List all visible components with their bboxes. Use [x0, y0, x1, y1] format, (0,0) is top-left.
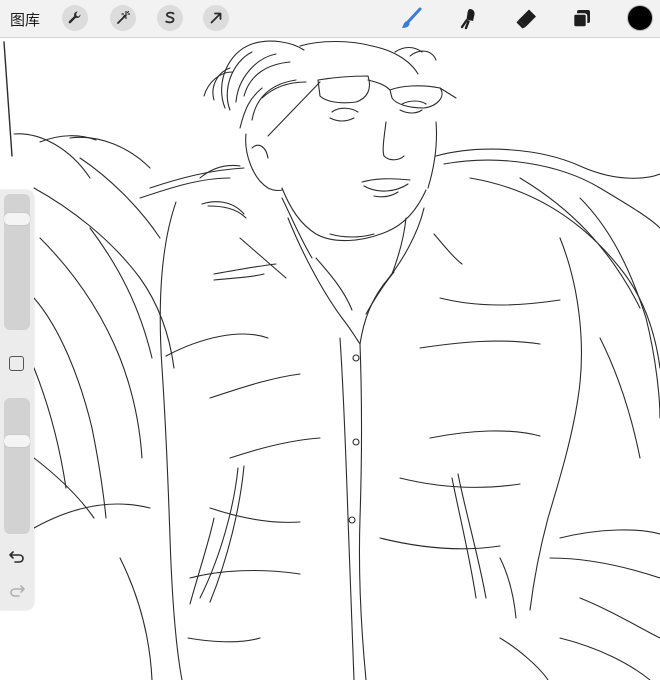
brush-size-thumb[interactable]	[4, 212, 30, 225]
color-picker-button[interactable]	[627, 5, 653, 31]
top-toolbar: 图库	[0, 0, 660, 38]
layers-icon	[572, 10, 590, 28]
left-sidebar	[0, 190, 34, 610]
opacity-thumb[interactable]	[4, 435, 30, 448]
wrench-icon	[68, 11, 81, 24]
undo-icon	[9, 551, 24, 563]
eraser-tool-button[interactable]	[512, 5, 540, 33]
redo-button[interactable]	[7, 580, 27, 600]
line-sketch	[3, 40, 660, 681]
selection-button[interactable]	[157, 5, 183, 31]
gallery-button[interactable]: 图库	[10, 9, 40, 30]
actions-button[interactable]	[62, 5, 88, 31]
brush-icon	[402, 7, 422, 28]
opacity-slider[interactable]	[4, 398, 30, 534]
modify-button[interactable]	[9, 356, 24, 371]
brush-tool-button[interactable]	[398, 5, 426, 33]
layers-button[interactable]	[568, 5, 596, 33]
drawing-canvas[interactable]	[0, 38, 660, 681]
smudge-tool-button[interactable]	[455, 5, 483, 33]
adjustments-button[interactable]	[110, 5, 136, 31]
selection-s-icon	[165, 11, 175, 24]
transform-button[interactable]	[203, 5, 229, 31]
eraser-icon	[516, 9, 536, 29]
redo-icon	[10, 585, 25, 597]
smudge-icon	[460, 9, 475, 30]
undo-button[interactable]	[7, 546, 27, 566]
transform-arrow-icon	[210, 12, 222, 24]
brush-size-slider[interactable]	[4, 194, 30, 330]
magic-wand-icon	[117, 10, 131, 24]
